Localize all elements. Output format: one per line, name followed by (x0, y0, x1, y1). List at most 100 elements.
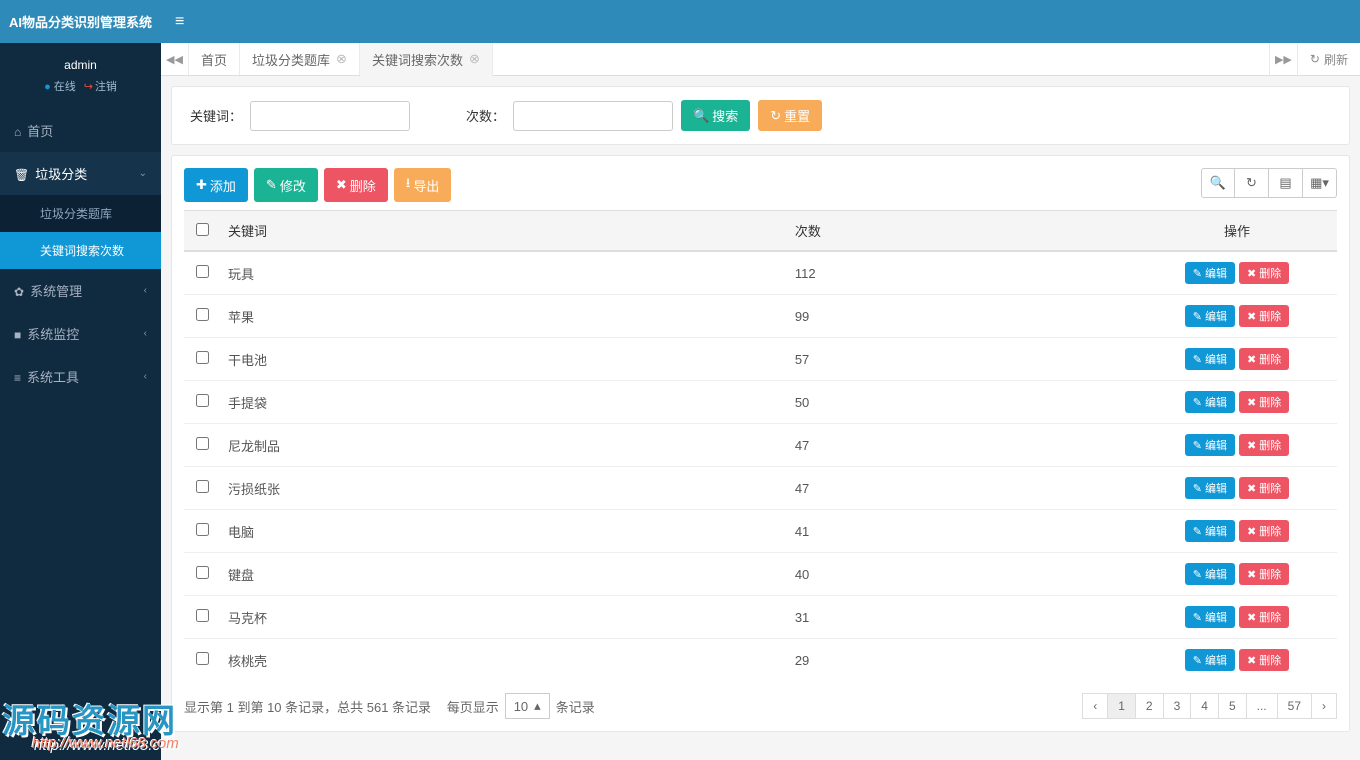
row-checkbox[interactable] (196, 265, 209, 278)
page-‹[interactable]: ‹ (1082, 693, 1108, 719)
page-1[interactable]: 1 (1107, 693, 1136, 719)
row-edit-button[interactable]: ✎编辑 (1185, 520, 1235, 542)
row-checkbox[interactable] (196, 523, 209, 536)
close-icon: ✖ (1247, 482, 1256, 495)
cell-count: 57 (787, 338, 1137, 381)
reset-button[interactable]: ↻重置 (758, 100, 822, 131)
chevron-left-icon: ‹ (144, 371, 147, 382)
edit-icon: ✎ (1193, 611, 1202, 624)
row-delete-button[interactable]: ✖删除 (1239, 262, 1289, 284)
edit-button[interactable]: ✎修改 (254, 168, 318, 202)
caret-up-icon: ▴ (534, 698, 541, 714)
table-row: 键盘40✎编辑✖删除 (184, 553, 1337, 596)
data-table: 关键词 次数 操作 玩具112✎编辑✖删除苹果99✎编辑✖删除干电池57✎编辑✖… (184, 210, 1337, 681)
row-checkbox[interactable] (196, 394, 209, 407)
close-icon: ✖ (1247, 611, 1256, 624)
edit-icon: ✎ (1193, 482, 1202, 495)
row-delete-button[interactable]: ✖删除 (1239, 391, 1289, 413)
page-3[interactable]: 3 (1163, 693, 1192, 719)
row-delete-button[interactable]: ✖删除 (1239, 649, 1289, 671)
row-delete-button[interactable]: ✖删除 (1239, 305, 1289, 327)
count-label: 次数： (466, 106, 505, 125)
toolbar-toggle-icon[interactable]: ▤ (1269, 168, 1303, 198)
download-icon: ⭳ (406, 174, 411, 196)
cell-keyword: 键盘 (220, 553, 787, 596)
row-checkbox[interactable] (196, 566, 209, 579)
page-›[interactable]: › (1311, 693, 1337, 719)
page-2[interactable]: 2 (1135, 693, 1164, 719)
select-all-checkbox[interactable] (196, 223, 209, 236)
row-delete-button[interactable]: ✖删除 (1239, 520, 1289, 542)
page-57[interactable]: 57 (1277, 693, 1312, 719)
close-icon: ✖ (1247, 568, 1256, 581)
subnav-keyword-count[interactable]: 关键词搜索次数 (0, 232, 161, 269)
add-button[interactable]: ✚添加 (184, 168, 248, 202)
nav-home[interactable]: ⌂首页 (0, 109, 161, 152)
hamburger-icon[interactable]: ≡ (175, 13, 184, 31)
cell-keyword: 玩具 (220, 251, 787, 295)
row-edit-button[interactable]: ✎编辑 (1185, 434, 1235, 456)
cell-count: 41 (787, 510, 1137, 553)
row-edit-button[interactable]: ✎编辑 (1185, 606, 1235, 628)
row-edit-button[interactable]: ✎编辑 (1185, 262, 1235, 284)
page-size-label: 每页显示 (447, 697, 499, 716)
cell-count: 31 (787, 596, 1137, 639)
table-row: 尼龙制品47✎编辑✖删除 (184, 424, 1337, 467)
keyword-input[interactable] (250, 101, 410, 131)
row-checkbox[interactable] (196, 437, 209, 450)
delete-button[interactable]: ✖删除 (324, 168, 388, 202)
row-checkbox[interactable] (196, 480, 209, 493)
pagination: ‹12345...57› (1083, 693, 1337, 719)
row-delete-button[interactable]: ✖删除 (1239, 348, 1289, 370)
close-icon[interactable]: ⊗ (469, 51, 480, 67)
toolbar-columns-icon[interactable]: ▦▾ (1303, 168, 1337, 198)
tab-scroll-left[interactable]: ◀◀ (161, 43, 189, 75)
subnav-garbage-bank[interactable]: 垃圾分类题库 (0, 195, 161, 232)
row-delete-button[interactable]: ✖删除 (1239, 434, 1289, 456)
tab-scroll-right[interactable]: ▶▶ (1269, 43, 1297, 75)
toolbar-search-icon[interactable]: 🔍 (1201, 168, 1235, 198)
tab-home[interactable]: 首页 (189, 43, 240, 75)
row-delete-button[interactable]: ✖删除 (1239, 606, 1289, 628)
keyword-label: 关键词： (190, 106, 242, 125)
nav-garbage[interactable]: 🗑垃圾分类 ⌄ (0, 152, 161, 195)
page-5[interactable]: 5 (1218, 693, 1247, 719)
edit-icon: ✎ (1193, 310, 1202, 323)
row-edit-button[interactable]: ✎编辑 (1185, 391, 1235, 413)
cell-keyword: 电脑 (220, 510, 787, 553)
refresh-button[interactable]: ↻刷新 (1297, 43, 1360, 75)
table-row: 核桃壳29✎编辑✖删除 (184, 639, 1337, 682)
nav-sysmon[interactable]: ■系统监控 ‹ (0, 312, 161, 355)
row-edit-button[interactable]: ✎编辑 (1185, 649, 1235, 671)
page-4[interactable]: 4 (1190, 693, 1219, 719)
row-delete-button[interactable]: ✖删除 (1239, 477, 1289, 499)
page-size-select[interactable]: 10▴ (505, 693, 550, 719)
th-count[interactable]: 次数 (787, 211, 1137, 252)
row-checkbox[interactable] (196, 609, 209, 622)
row-edit-button[interactable]: ✎编辑 (1185, 477, 1235, 499)
close-icon: ✖ (1247, 267, 1256, 280)
tab-garbage-bank[interactable]: 垃圾分类题库⊗ (240, 43, 360, 75)
table-row: 电脑41 ✎编辑✖删除 (184, 510, 1337, 553)
row-edit-button[interactable]: ✎编辑 (1185, 305, 1235, 327)
page-info: 显示第 1 到第 10 条记录，总共 561 条记录 (184, 697, 431, 716)
row-checkbox[interactable] (196, 351, 209, 364)
row-edit-button[interactable]: ✎编辑 (1185, 348, 1235, 370)
row-edit-button[interactable]: ✎编辑 (1185, 563, 1235, 585)
search-button[interactable]: 🔍搜索 (681, 100, 750, 131)
toolbar-refresh-icon[interactable]: ↻ (1235, 168, 1269, 198)
close-icon[interactable]: ⊗ (336, 51, 347, 67)
nav-sysmgmt[interactable]: ✿系统管理 ‹ (0, 269, 161, 312)
row-checkbox[interactable] (196, 308, 209, 321)
cell-keyword: 马克杯 (220, 596, 787, 639)
nav-systool[interactable]: ≡系统工具 ‹ (0, 355, 161, 398)
page-...[interactable]: ... (1246, 693, 1278, 719)
row-checkbox[interactable] (196, 652, 209, 665)
tab-keyword-count[interactable]: 关键词搜索次数⊗ (360, 43, 493, 76)
close-icon: ✖ (336, 177, 347, 193)
export-button[interactable]: ⭳导出 (394, 168, 452, 202)
logout-link[interactable]: 注销 (84, 78, 117, 94)
th-keyword[interactable]: 关键词 (220, 211, 787, 252)
row-delete-button[interactable]: ✖删除 (1239, 563, 1289, 585)
count-input[interactable] (513, 101, 673, 131)
